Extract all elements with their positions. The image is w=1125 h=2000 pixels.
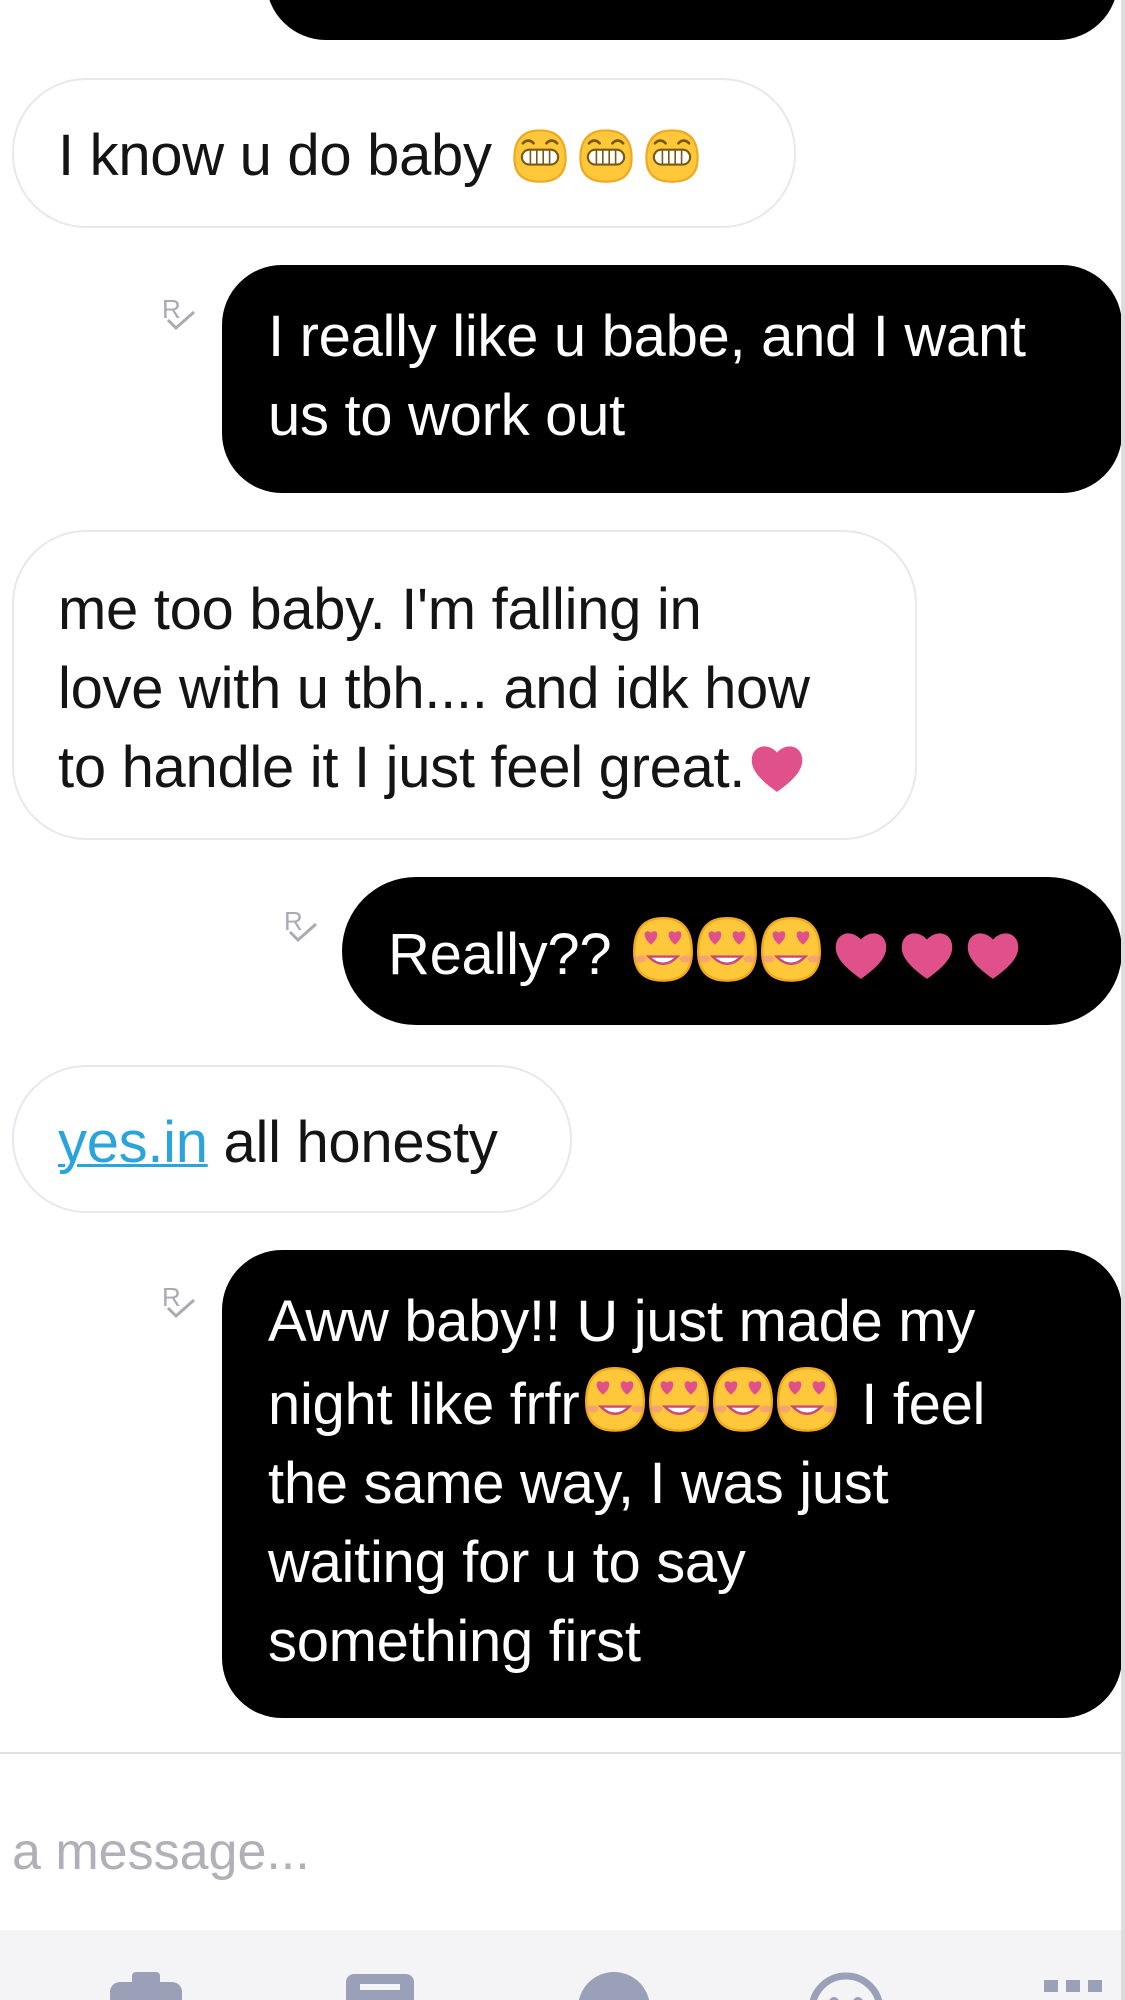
message-link[interactable]: yes.in (58, 1110, 208, 1175)
message-line: I feel (845, 1372, 986, 1437)
heart-eyes-emoji (707, 1361, 779, 1433)
heart-emoji (895, 927, 959, 983)
message-line: night like frfr (268, 1372, 580, 1437)
grin-emoji (640, 126, 704, 184)
message-line: I really like u babe, and I want (268, 304, 1026, 369)
incoming-message-bubble[interactable]: I know u do baby (12, 78, 796, 228)
heart-emoji (745, 740, 809, 796)
message-thread[interactable]: I know u do baby R I really like u babe,… (0, 0, 1125, 1752)
outgoing-message-bubble[interactable]: I really like u babe, and I want us to w… (222, 265, 1122, 493)
read-receipt-icon: R (282, 906, 322, 952)
more-icon[interactable] (1042, 1978, 1106, 2000)
outgoing-message-bubble[interactable]: Aww baby!! U just made my night like frf… (222, 1250, 1122, 1718)
message-input[interactable]: a message... (12, 1822, 310, 1882)
read-receipt-icon: R (160, 1282, 200, 1328)
heart-emoji (961, 927, 1025, 983)
emoji-icon[interactable] (806, 1970, 886, 2000)
message-line: the same way, I was just (268, 1451, 889, 1516)
right-edge-divider (1121, 0, 1125, 2000)
heart-eyes-emoji (755, 911, 827, 983)
heart-eyes-emoji (691, 911, 763, 983)
heart-eyes-emoji (643, 1361, 715, 1433)
message-line: us to work out (268, 383, 625, 448)
voice-icon[interactable] (576, 1970, 652, 2000)
gif-icon[interactable] (344, 1970, 416, 2000)
heart-eyes-emoji (579, 1361, 651, 1433)
message-text: Really?? (388, 922, 612, 987)
grin-emoji (508, 126, 572, 184)
outgoing-message-bubble-partial[interactable] (266, 0, 1118, 40)
message-line: something first (268, 1609, 641, 1674)
message-composer[interactable]: a message... (0, 1752, 1125, 1932)
camera-icon[interactable] (108, 1970, 184, 2000)
message-line: to handle it I just feel great. (58, 735, 746, 800)
message-line: me too baby. I'm falling in (58, 577, 702, 642)
composer-toolbar (0, 1930, 1125, 2000)
message-line: love with u tbh.... and idk how (58, 656, 810, 721)
message-line: waiting for u to say (268, 1530, 746, 1595)
heart-eyes-emoji (627, 911, 699, 983)
heart-emoji (829, 927, 893, 983)
grin-emoji (574, 126, 638, 184)
incoming-message-bubble[interactable]: me too baby. I'm falling in love with u … (12, 530, 917, 840)
outgoing-message-bubble[interactable]: Really?? (342, 877, 1122, 1025)
heart-eyes-emoji (771, 1361, 843, 1433)
message-text: I know u do baby (58, 123, 492, 188)
read-receipt-icon: R (160, 294, 200, 340)
message-text: all honesty (207, 1110, 498, 1175)
message-line: Aww baby!! U just made my (268, 1289, 976, 1354)
incoming-message-bubble[interactable]: yes.in all honesty (12, 1065, 572, 1213)
